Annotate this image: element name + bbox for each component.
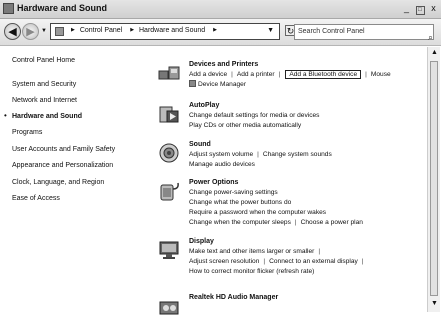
maximize-button[interactable]: □ — [416, 6, 426, 15]
navigation-bar: ◀ ▶ ▼ ▶ Control Panel ▶ Hardware and Sou… — [0, 19, 441, 46]
adjust-screen-resolution-link[interactable]: Adjust screen resolution — [189, 258, 259, 265]
sidebar-item-system-and-security[interactable]: System and Security — [12, 81, 76, 88]
main-content: Devices and Printers Add a device | Add a … — [155, 47, 425, 315]
sidebar-item-user-accounts[interactable]: User Accounts and Family Safety — [12, 146, 115, 153]
title-bar: Hardware and Sound _ □ x — [0, 0, 441, 19]
add-a-printer-link[interactable]: Add a printer — [237, 71, 275, 78]
monitor-flicker-help-link[interactable]: How to correct monitor flicker (refresh … — [189, 268, 314, 275]
scroll-down-icon[interactable]: ▼ — [431, 300, 438, 307]
sidebar-item-control-panel-home[interactable]: Control Panel Home — [12, 57, 75, 64]
back-button[interactable]: ◀ — [4, 23, 21, 40]
add-a-device-link[interactable]: Add a device — [189, 71, 227, 78]
display-title[interactable]: Display — [189, 237, 425, 247]
control-panel-icon — [3, 3, 14, 14]
sound-speaker-icon — [159, 143, 179, 163]
breadcrumb-separator-icon[interactable]: ▶ — [130, 27, 134, 33]
choose-power-plan-link[interactable]: Choose a power plan — [301, 219, 363, 226]
power-options-icon — [160, 182, 179, 201]
display-monitor-icon — [159, 241, 179, 259]
search-icon[interactable]: ⌕ — [428, 30, 433, 44]
sidebar-item-hardware-and-sound[interactable]: Hardware and Sound — [12, 113, 82, 120]
address-bar[interactable]: ▶ Control Panel ▶ Hardware and Sound ▶ ▼ — [50, 23, 280, 40]
breadcrumb-control-panel[interactable]: Control Panel — [80, 27, 122, 34]
control-panel-icon — [55, 27, 64, 36]
sidebar-item-clock-language-region[interactable]: Clock, Language, and Region — [12, 179, 104, 186]
breadcrumb-separator-icon[interactable]: ▶ — [71, 27, 75, 33]
adjust-system-volume-link[interactable]: Adjust system volume — [189, 151, 253, 158]
minimize-button[interactable]: _ — [403, 3, 412, 13]
scrollbar-thumb[interactable] — [430, 61, 438, 296]
sidebar-item-programs[interactable]: Programs — [12, 129, 42, 136]
sidebar-item-appearance[interactable]: Appearance and Personalization — [12, 162, 113, 169]
make-text-larger-link[interactable]: Make text and other items larger or smal… — [189, 248, 314, 255]
forward-button[interactable]: ▶ — [22, 23, 39, 40]
scroll-up-icon[interactable]: ▲ — [431, 49, 438, 56]
breadcrumb-hardware-and-sound[interactable]: Hardware and Sound — [139, 27, 205, 34]
change-sleep-time-link[interactable]: Change when the computer sleeps — [189, 219, 291, 226]
mouse-link[interactable]: Mouse — [371, 71, 391, 78]
change-default-media-settings-link[interactable]: Change default settings for media or dev… — [189, 112, 319, 119]
vertical-scrollbar[interactable]: ▲ ▼ — [427, 47, 440, 312]
breadcrumb: ▶ Control Panel ▶ Hardware and Sound ▶ — [68, 27, 220, 34]
devices-and-printers-icon — [158, 66, 180, 80]
manage-audio-devices-link[interactable]: Manage audio devices — [189, 161, 255, 168]
power-options-title[interactable]: Power Options — [189, 178, 425, 188]
realtek-hd-audio-manager-title[interactable]: Realtek HD Audio Manager — [189, 293, 425, 303]
change-power-buttons-link[interactable]: Change what the power buttons do — [189, 199, 291, 206]
search-input[interactable]: Search Control Panel ⌕ — [294, 24, 434, 42]
sidebar-item-network-and-internet[interactable]: Network and Internet — [12, 97, 77, 104]
search-placeholder: Search Control Panel — [298, 28, 365, 35]
sidebar: Control Panel Home System and Security N… — [0, 47, 150, 314]
sound-title[interactable]: Sound — [189, 140, 425, 150]
shield-icon — [189, 80, 196, 87]
add-bluetooth-device-link[interactable]: Add a Bluetooth device — [285, 70, 362, 79]
realtek-audio-icon — [159, 301, 179, 315]
address-dropdown-icon[interactable]: ▼ — [267, 27, 274, 34]
change-system-sounds-link[interactable]: Change system sounds — [263, 151, 332, 158]
window-controls: _ □ x — [403, 3, 439, 15]
active-bullet-icon: • — [4, 111, 7, 120]
connect-external-display-link[interactable]: Connect to an external display — [269, 258, 358, 265]
breadcrumb-separator-icon[interactable]: ▶ — [213, 27, 217, 33]
recent-pages-dropdown-icon[interactable]: ▼ — [41, 28, 47, 34]
window-title: Hardware and Sound — [17, 3, 108, 13]
change-power-saving-settings-link[interactable]: Change power-saving settings — [189, 189, 278, 196]
device-manager-link[interactable]: Device Manager — [198, 81, 246, 88]
sidebar-item-ease-of-access[interactable]: Ease of Access — [12, 195, 60, 202]
autoplay-icon — [159, 106, 179, 123]
autoplay-title[interactable]: AutoPlay — [189, 101, 425, 111]
play-cds-automatically-link[interactable]: Play CDs or other media automatically — [189, 122, 301, 129]
close-button[interactable]: x — [430, 3, 439, 13]
require-password-on-wake-link[interactable]: Require a password when the computer wak… — [189, 209, 326, 216]
devices-and-printers-title[interactable]: Devices and Printers — [189, 60, 425, 70]
